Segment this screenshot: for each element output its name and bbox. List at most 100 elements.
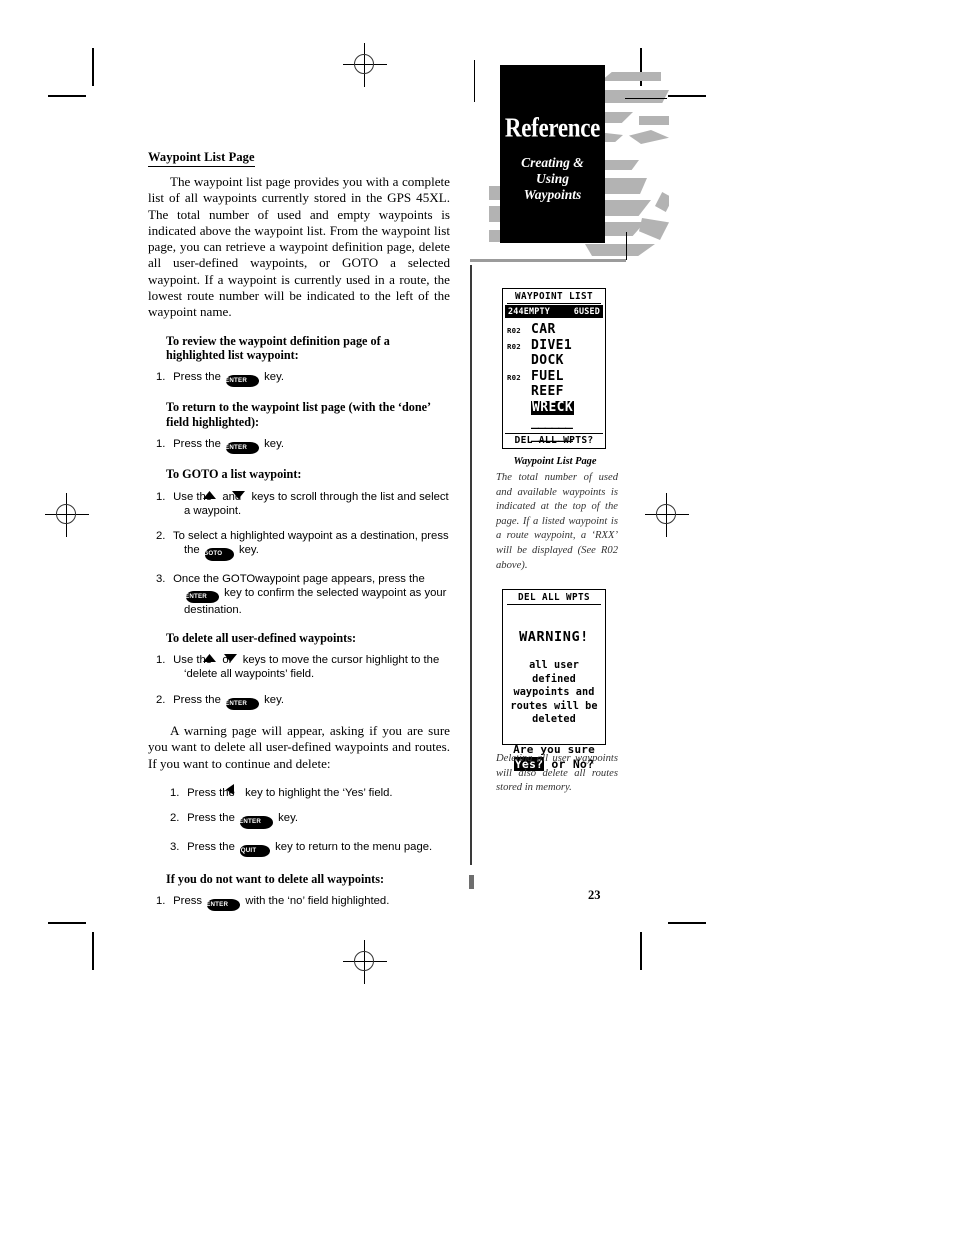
waypoint-name: DIVE1	[531, 337, 573, 353]
table-row: DOCK	[507, 354, 601, 370]
warning-line-3: routes will be	[510, 700, 598, 712]
route-tag: R02	[507, 341, 521, 351]
step-text-pre: Press the	[173, 437, 221, 450]
step-text-post: key.	[264, 370, 285, 383]
warning-line-4: deleted	[532, 714, 576, 726]
step-text-pre: Once the GOTOwaypoint page appears, pres…	[173, 572, 425, 585]
sidebar-top-rule	[470, 259, 626, 262]
goto-key-icon: GOTO	[203, 548, 234, 561]
procedure-heading-cancel: If you do not want to delete all waypoin…	[166, 872, 385, 887]
table-row: REEF	[507, 385, 601, 401]
subtitle-line-3: Waypoints	[523, 187, 582, 202]
crop-mark-top-right-h	[668, 95, 706, 97]
list-item: 1. Use the or keys to move the cursor hi…	[156, 654, 440, 681]
list-item: 1. Press ENTER with the ‘no’ field highl…	[156, 894, 450, 912]
step-text-post: key.	[239, 544, 259, 557]
figure-caption-title: Waypoint List Page	[513, 456, 597, 467]
quit-key-icon: QUIT	[240, 844, 271, 858]
subtitle-line-1: Creating &	[521, 155, 584, 170]
crop-mark-bottom-left-v	[92, 932, 94, 970]
main-text-column: Waypoint List Page The waypoint list pag…	[148, 148, 450, 922]
reference-header-block: Reference Creating & Using Waypoints	[489, 60, 669, 260]
procedure-steps-review: 1. Press the ENTER key.	[156, 370, 450, 388]
warning-line-2: waypoints and	[513, 687, 595, 699]
route-tag: R02	[507, 326, 521, 335]
waypoint-name: CAR	[531, 322, 556, 337]
lcd-waypoint-rows: R02 CAR R02 DIVE1 DOCK R02 FUEL REEF WRE…	[503, 323, 605, 442]
registration-mark-bottom	[343, 940, 387, 984]
figure-caption-text: Deleting all user waypoints will also de…	[496, 753, 618, 794]
list-item: 2. To select a highlighted waypoint as a…	[156, 529, 450, 561]
step-text-pre: Press the	[187, 840, 235, 853]
table-row: R02 DIVE1	[507, 337, 601, 355]
page-title: Waypoint List Page	[148, 150, 255, 167]
step-text-post: with the ‘no’ field highlighted.	[245, 894, 390, 907]
step-text-pre: Press the	[173, 693, 221, 706]
intro-paragraph: The waypoint list page provides you with…	[148, 174, 450, 320]
table-row: R02 FUEL	[507, 368, 601, 386]
list-item: 2. Press the ENTER key.	[156, 693, 450, 711]
sidebar-divider	[470, 265, 472, 865]
crop-mark-bottom-right-v	[640, 932, 642, 970]
crop-mark-top-left-v	[92, 48, 94, 86]
header-rule-corner	[626, 232, 628, 260]
waypoint-name: REEF	[531, 384, 564, 399]
warning-paragraph: A warning page will appear, asking if yo…	[148, 723, 450, 771]
manual-page: Reference Creating & Using Waypoints Way…	[0, 0, 954, 1235]
waypoint-name: DOCK	[531, 353, 564, 368]
lcd-warning-body: all user defined waypoints and routes wi…	[503, 659, 605, 727]
reference-subtitle: Creating & Using Waypoints	[521, 155, 584, 203]
figure-caption-text: The total number of used and available w…	[496, 472, 618, 571]
step-text-pre: Press the	[187, 812, 235, 825]
registration-mark-top	[343, 43, 387, 87]
reference-title: Reference	[504, 112, 601, 143]
gps-screenshot-waypoint-list: WAYPOINT LIST 244EMPTY 6USED R02 CAR R02…	[502, 288, 606, 449]
enter-key-icon: ENTER	[185, 590, 219, 604]
list-item: 1. Press the key to highlight the ‘Yes’ …	[170, 784, 450, 800]
enter-key-icon: ENTER	[225, 697, 260, 711]
used-count: 6USED	[573, 306, 600, 316]
step-text-post: key.	[278, 812, 299, 825]
list-item: 3. Once the GOTOwaypoint page appears, p…	[156, 572, 447, 617]
reference-tab: Reference Creating & Using Waypoints	[500, 65, 605, 243]
registration-mark-left	[45, 493, 89, 537]
table-row: R02 CAR	[507, 323, 601, 339]
gps-screenshot-delete-warning: DEL ALL WPTS WARNING! all user defined w…	[502, 589, 606, 771]
lcd-warning-heading: WARNING!	[519, 629, 589, 645]
enter-key-icon: ENTER	[239, 816, 274, 829]
procedure-heading-delete: To delete all user-defined waypoints:	[166, 630, 357, 645]
step-text-post: key to return to the menu page.	[275, 840, 433, 853]
sidebar-end-tick	[469, 875, 474, 889]
header-rule-left	[474, 60, 476, 102]
registration-mark-right	[645, 493, 689, 537]
list-item: 3. Press the QUIT key to return to the m…	[170, 840, 450, 858]
procedure-steps-return: 1. Press the ENTER key.	[156, 437, 450, 455]
procedure-heading-review: To review the waypoint definition page o…	[166, 333, 390, 363]
procedure-steps-goto: 1. Use the and keys to scroll through th…	[156, 489, 450, 618]
lcd-title: WAYPOINT LIST	[507, 289, 601, 304]
lcd-waypoint-counts: 244EMPTY 6USED	[505, 305, 603, 318]
list-item: 1. Use the and keys to scroll through th…	[156, 490, 449, 517]
step-text-post: key.	[264, 693, 285, 706]
waypoint-name: FUEL	[531, 368, 564, 384]
procedure-steps-cancel: 1. Press ENTER with the ‘no’ field highl…	[156, 894, 450, 912]
route-tag: R02	[507, 372, 521, 382]
enter-key-icon: ENTER	[225, 374, 260, 388]
enter-key-icon: ENTER	[206, 898, 241, 912]
step-text-post: key.	[264, 437, 285, 450]
procedure-steps-delete: 1. Use the or keys to move the cursor hi…	[156, 652, 450, 711]
procedure-heading-goto: To GOTO a list waypoint:	[166, 467, 302, 482]
crop-mark-top-left-h	[48, 95, 86, 97]
step-text-post: key to confirm the selected waypoint as …	[184, 586, 447, 617]
procedure-heading-return: To return to the waypoint list page (wit…	[166, 400, 431, 429]
list-item: 1. Press the ENTER key.	[156, 370, 450, 388]
crop-mark-bottom-left-h	[48, 922, 86, 924]
subtitle-line-2: Using	[535, 171, 569, 186]
crop-mark-bottom-right-h	[668, 922, 706, 924]
procedure-steps-confirm: 1. Press the key to highlight the ‘Yes’ …	[170, 784, 450, 858]
step-text-pre: Press	[173, 894, 203, 907]
enter-key-icon: ENTER	[225, 441, 260, 455]
header-rule-right	[625, 98, 667, 100]
lcd-delete-all-field: DEL ALL WPTS?	[505, 433, 603, 448]
page-number: 23	[588, 888, 601, 902]
